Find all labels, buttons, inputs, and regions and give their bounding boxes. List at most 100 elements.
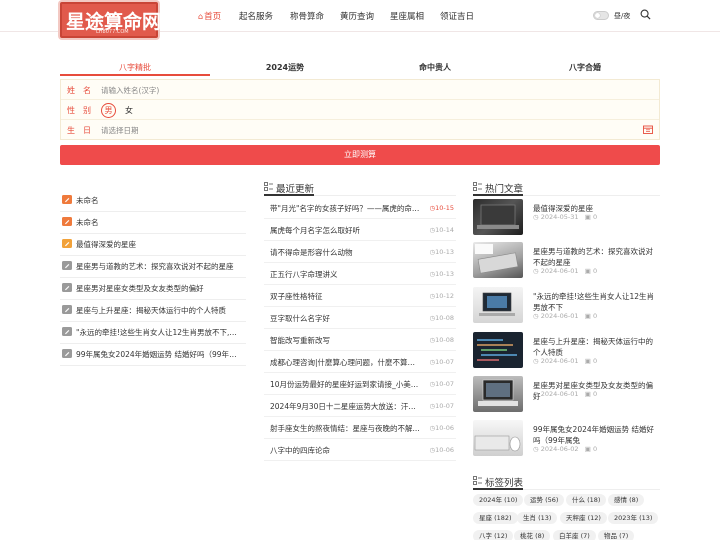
theme-toggle[interactable]	[593, 11, 609, 20]
tag-chip[interactable]: 白羊座 (7)	[553, 530, 596, 540]
recent-item-date: ◷10-14	[429, 226, 454, 234]
nav-wedding-day[interactable]: 领证吉日	[440, 10, 474, 22]
list-item[interactable]: 星座与上升星座：揭秘天体运行中的个人特质	[60, 300, 246, 322]
tab-benefactor[interactable]: 命中贵人	[360, 60, 510, 76]
list-item[interactable]: 星座男对星座女类型及女友类型的偏好	[60, 278, 246, 300]
recent-item[interactable]: 八字中的四库论命 ◷10-06	[264, 439, 456, 461]
code-image-icon	[477, 339, 517, 361]
edit-icon	[62, 327, 72, 336]
recent-item-title: 射手座女生的熬夜情结：星座与夜晚的不解...	[270, 423, 420, 434]
recent-item[interactable]: 成都心理咨询|什麼算心理问题，什麼不算心... ◷10-07	[264, 351, 456, 373]
gender-row: 性 别 男 女	[61, 100, 659, 120]
edit-icon	[62, 239, 72, 248]
article-title: "永远的牵挂!这些生肖女人让12生肖男放不下	[533, 292, 654, 312]
hot-article[interactable]: 星座男对星座女类型及女友类型的偏好 ◷ 2024-06-01 ▣ 0	[473, 376, 660, 416]
article-thumbnail[interactable]	[473, 287, 523, 323]
recent-item[interactable]: 10月份运势最好的星座好运到家请接_小美_... ◷10-07	[264, 373, 456, 395]
hot-article[interactable]: 99年属兔女2024年婚姻运势 结婚好吗（99年属兔 ◷ 2024-06-02 …	[473, 420, 660, 460]
article-meta: ◷ 2024-05-31 ▣ 0	[533, 213, 598, 221]
recent-item-title: 双子座性格特征	[270, 291, 420, 302]
gender-female-radio[interactable]: 女	[125, 105, 133, 116]
submit-button[interactable]: 立即测算	[60, 145, 660, 165]
recent-item-title: 智能改写重新改写	[270, 335, 420, 346]
nav-zodiac[interactable]: 星座属相	[390, 10, 424, 22]
recent-item-date: ◷10-15	[429, 204, 454, 212]
list-item[interactable]: 未命名	[60, 212, 246, 234]
hot-article[interactable]: 最值得深爱的星座 ◷ 2024-05-31 ▣ 0	[473, 199, 660, 239]
tag-chip[interactable]: 生肖 (13)	[517, 512, 558, 524]
list-item[interactable]: 最值得深爱的星座	[60, 234, 246, 256]
article-thumbnail[interactable]	[473, 332, 523, 368]
birthday-label: 生 日	[67, 126, 91, 135]
birthday-input[interactable]: 请选择日期	[101, 125, 139, 136]
hot-article[interactable]: "永远的牵挂!这些生肖女人让12生肖男放不下 ◷ 2024-06-01 ▣ 0	[473, 287, 660, 327]
recent-item[interactable]: 豆字取什么名字好 ◷10-08	[264, 307, 456, 329]
theme-toggle-label: 昼/夜	[614, 12, 631, 20]
list-item-text: 未命名	[76, 196, 99, 205]
divider-accent	[264, 194, 314, 196]
article-meta: ◷ 2024-06-01 ▣ 0	[533, 267, 598, 275]
recent-item[interactable]: 射手座女生的熬夜情结：星座与夜晚的不解... ◷10-06	[264, 417, 456, 439]
recent-item-date: ◷10-08	[429, 314, 454, 322]
recent-item[interactable]: 属虎每个月名字怎么取好听 ◷10-14	[264, 219, 456, 241]
tag-chip[interactable]: 桃花 (8)	[514, 530, 551, 540]
article-title: 99年属兔女2024年婚姻运势 结婚好吗（99年属兔	[533, 425, 655, 445]
article-thumbnail[interactable]	[473, 199, 523, 235]
recent-item-title: 请不得命是形容什么动物	[270, 247, 420, 258]
article-thumbnail[interactable]	[473, 420, 523, 456]
recent-item[interactable]: 正五行八字命理讲义 ◷10-13	[264, 263, 456, 285]
article-meta: ◷ 2024-06-01 ▣ 0	[533, 357, 598, 365]
nav-home[interactable]: 首页	[198, 10, 221, 22]
article-thumbnail[interactable]	[473, 376, 523, 412]
calendar-icon[interactable]	[643, 125, 653, 134]
recent-section-title: 最近更新	[264, 181, 314, 195]
recent-item[interactable]: 请不得命是形容什么动物 ◷10-13	[264, 241, 456, 263]
tag-chip[interactable]: 2024年 (10)	[473, 494, 524, 506]
recent-item[interactable]: 带"月光"名字的女孩子好吗？——属虎的命运... ◷10-15	[264, 197, 456, 219]
tag-chip[interactable]: 八字 (12)	[473, 530, 514, 540]
list-item-text: 星座男与道教的艺术：探究喜欢说对不起的星座	[76, 262, 234, 271]
recent-item-title: 八字中的四库论命	[270, 445, 420, 456]
site-header: 星途算命网 LH8077.COM 首页 起名服务 称骨算命 黄历查询 星座属相 …	[0, 0, 720, 38]
recent-item-date: ◷10-13	[429, 270, 454, 278]
list-item-text: 最值得深爱的星座	[76, 240, 136, 249]
laptop-image-icon	[477, 204, 519, 229]
tab-2024-fortune[interactable]: 2024运势	[210, 60, 360, 76]
article-thumbnail[interactable]	[473, 242, 523, 278]
list-item-text: 星座与上升星座：揭秘天体运行中的个人特质	[76, 306, 226, 315]
site-logo[interactable]: 星途算命网 LH8077.COM	[60, 2, 161, 38]
nav-naming-service[interactable]: 起名服务	[239, 10, 273, 22]
list-item[interactable]: 未命名	[60, 190, 246, 212]
recent-item-date: ◷10-12	[429, 292, 454, 300]
nav-almanac[interactable]: 黄历查询	[340, 10, 374, 22]
tab-marriage-match[interactable]: 八字合婚	[510, 60, 660, 76]
tag-chip[interactable]: 什么 (18)	[566, 494, 607, 506]
recent-item[interactable]: 2024年9月30日十二星座运势大放送：汗水... ◷10-07	[264, 395, 456, 417]
hot-article[interactable]: 星座男与道教的艺术：探究喜欢说对不起的星座 ◷ 2024-06-01 ▣ 0	[473, 242, 660, 282]
recent-item-title: 10月份运势最好的星座好运到家请接_小美_...	[270, 379, 420, 390]
tag-chip[interactable]: 感情 (8)	[608, 494, 645, 506]
tag-chip[interactable]: 星座 (182)	[473, 512, 518, 524]
search-icon[interactable]	[640, 9, 651, 20]
edit-icon	[62, 261, 72, 270]
hot-article[interactable]: 星座与上升星座：揭秘天体运行中的个人特质 ◷ 2024-06-01 ▣ 0	[473, 332, 660, 372]
list-icon	[473, 182, 482, 191]
tag-chip[interactable]: 2023年 (13)	[608, 512, 659, 524]
gender-male-radio[interactable]: 男	[101, 103, 116, 118]
recent-item[interactable]: 智能改写重新改写 ◷10-08	[264, 329, 456, 351]
tag-chip[interactable]: 物品 (7)	[598, 530, 635, 540]
recent-item[interactable]: 双子座性格特征 ◷10-12	[264, 285, 456, 307]
list-item[interactable]: "永远的牵挂!这些生肖女人让12生肖男放不下,他们...	[60, 322, 246, 344]
laptop-image-icon	[478, 379, 518, 406]
tab-bazi[interactable]: 八字精批	[60, 60, 210, 76]
name-input[interactable]: 请输入姓名(汉字)	[101, 85, 159, 96]
tag-chip[interactable]: 运势 (56)	[524, 494, 565, 506]
recent-item-title: 2024年9月30日十二星座运势大放送：汗水...	[270, 401, 420, 412]
list-item[interactable]: 99年属兔女2024年婚姻运势 结婚好吗（99年属兔...	[60, 344, 246, 366]
nav-bone-weight[interactable]: 称骨算命	[290, 10, 324, 22]
toggle-knob	[595, 13, 600, 18]
recent-item-date: ◷10-07	[429, 380, 454, 388]
tag-chip[interactable]: 天秤座 (12)	[560, 512, 607, 524]
list-icon	[264, 182, 273, 191]
list-item[interactable]: 星座男与道教的艺术：探究喜欢说对不起的星座	[60, 256, 246, 278]
